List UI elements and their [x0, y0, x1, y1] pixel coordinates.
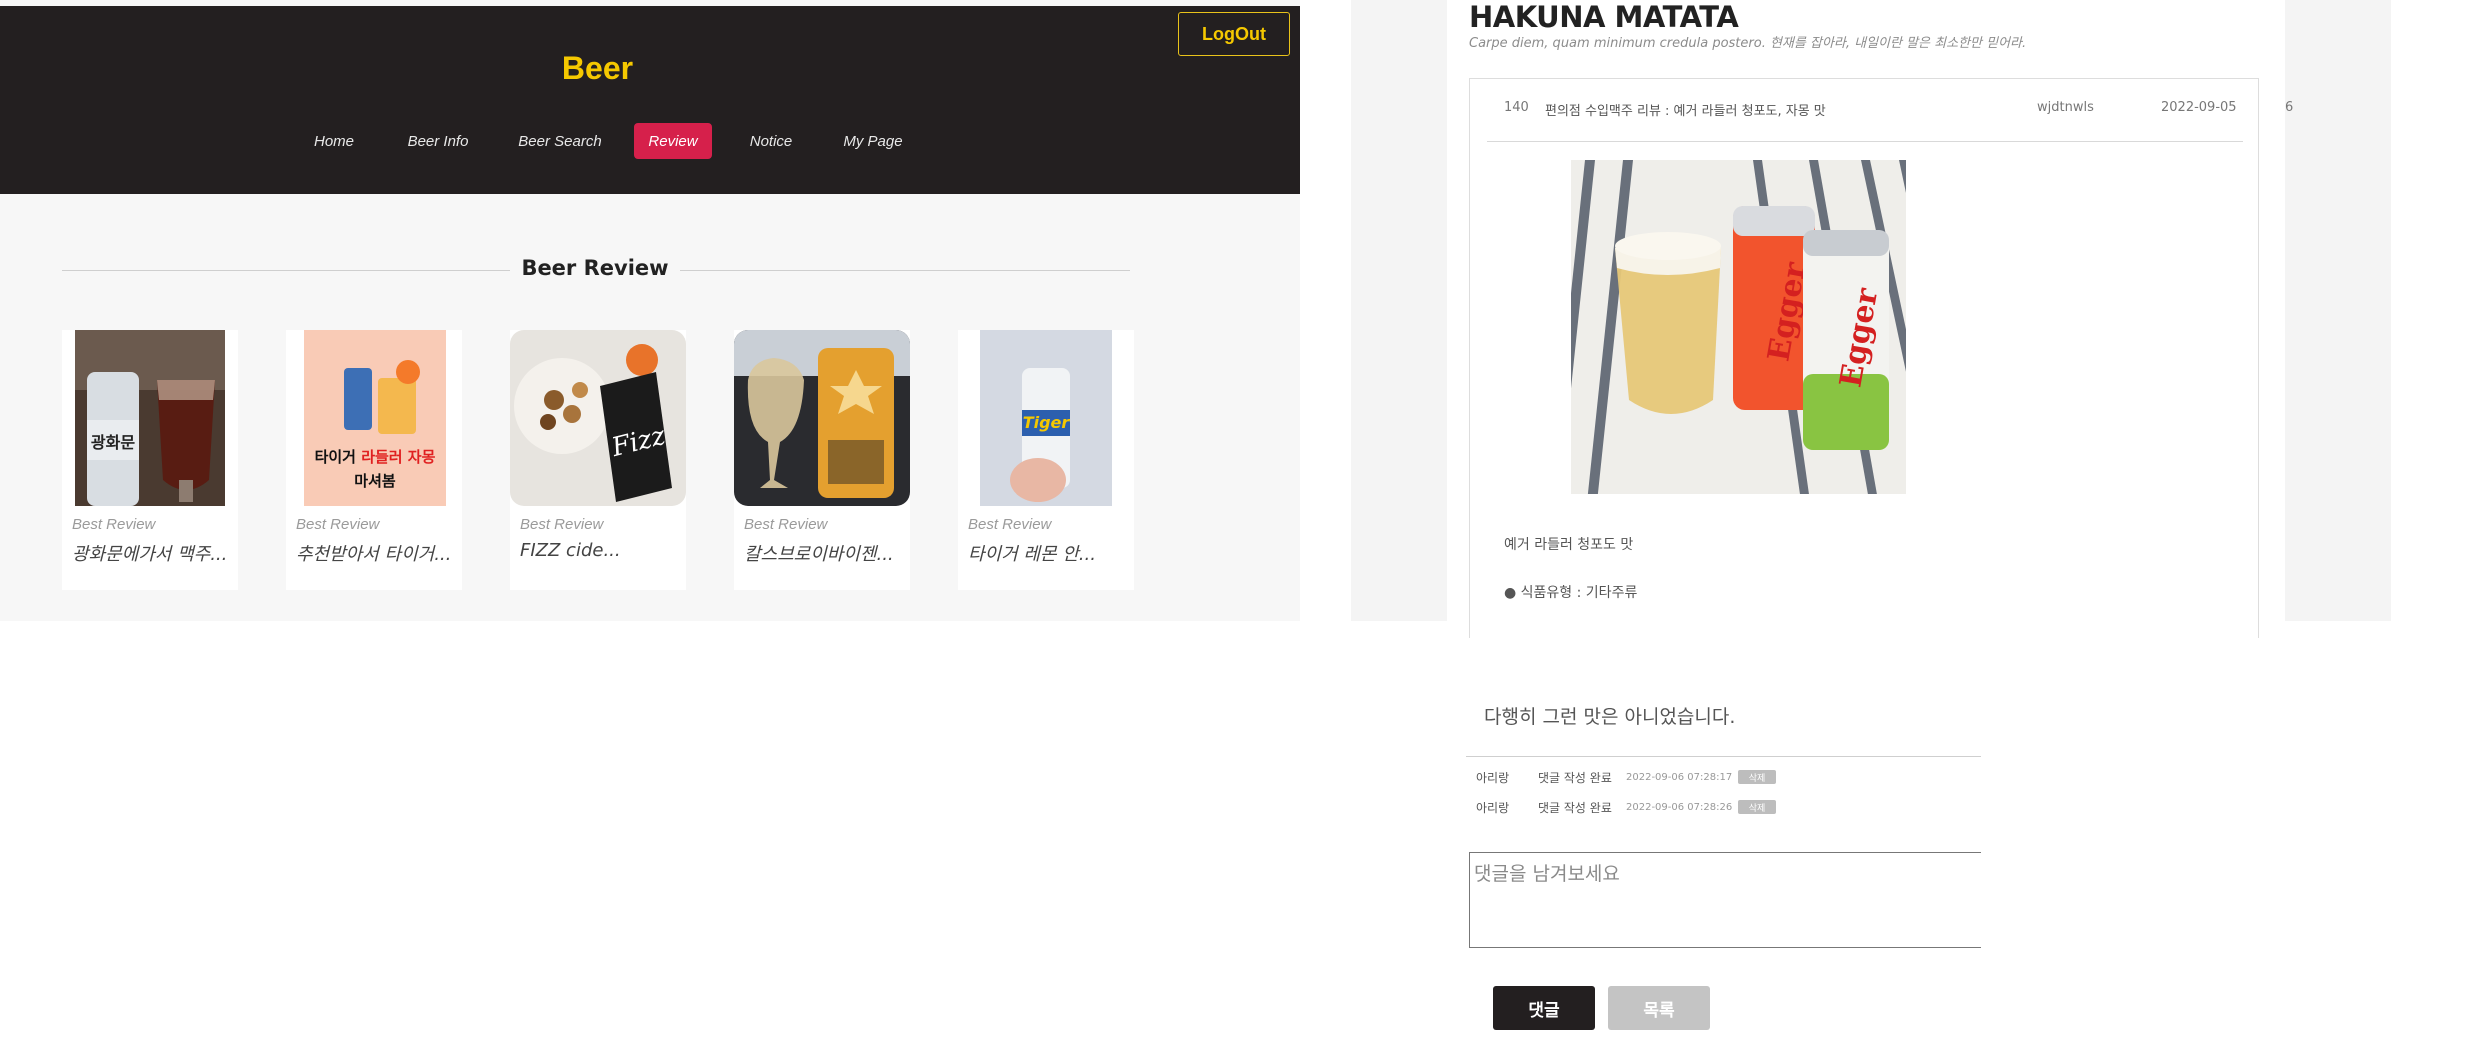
blog-title: HAKUNA MATATA: [1469, 0, 1739, 34]
nav-beer-search[interactable]: Beer Search: [510, 123, 610, 159]
site-header: Beer Home Beer Info Beer Search Review N…: [0, 6, 1300, 194]
post-date: 2022-09-05: [2161, 100, 2237, 115]
reply-text: 댓글 작성 완료: [1538, 800, 1612, 815]
comment-text: 다행히 그런 맛은 아니었습니다.: [1484, 706, 1736, 728]
reply-delete-button[interactable]: 삭제: [1738, 770, 1776, 784]
nav-my-page[interactable]: My Page: [835, 123, 911, 159]
svg-text:Tiger: Tiger: [1023, 413, 1071, 432]
review-card[interactable]: Fizz Best Review FIZZ cide...: [510, 330, 686, 590]
review-card[interactable]: Best Review 칼스브로이바이젠...: [734, 330, 910, 590]
post-number: 140: [1504, 100, 1529, 115]
nav-home[interactable]: Home: [302, 123, 366, 159]
post-photo: Egger Egger: [1571, 160, 1906, 494]
review-card-title[interactable]: 타이거 레몬 안...: [968, 540, 1128, 566]
post-body-text: ● 식품유형 : 기타주류: [1504, 585, 1638, 601]
section-divider: [680, 270, 1130, 271]
reply-delete-button[interactable]: 삭제: [1738, 800, 1776, 814]
nav-review[interactable]: Review: [634, 123, 712, 159]
review-card[interactable]: 광화문 Best Review 광화문에가서 맥주...: [62, 330, 238, 590]
review-card-title[interactable]: 칼스브로이바이젠...: [744, 540, 904, 566]
review-card-image[interactable]: [734, 330, 910, 506]
post-subject: 편의점 수입맥주 리뷰 : 예거 라들러 청포도, 자몽 맛: [1545, 104, 1826, 119]
post-author: wjdtnwls: [2037, 100, 2094, 115]
post-divider: [1487, 141, 2243, 142]
reply-time: 2022-09-06 07:28:26: [1626, 801, 1733, 813]
reply-row: 아리랑 댓글 작성 완료 2022-09-06 07:28:26 삭제: [1476, 796, 1776, 818]
post-body-text: 예거 라들러 청포도 맛: [1504, 537, 1634, 553]
review-card-title[interactable]: FIZZ cide...: [520, 540, 680, 561]
svg-text:광화문: 광화문: [91, 433, 135, 452]
review-card-label: Best Review: [968, 516, 1052, 533]
review-card-image[interactable]: Fizz: [510, 330, 686, 506]
nav-beer-info[interactable]: Beer Info: [398, 123, 478, 159]
brand-logo[interactable]: Beer: [0, 50, 1195, 87]
logout-button[interactable]: LogOut: [1178, 12, 1290, 56]
blog-subtitle: Carpe diem, quam minimum credula postero…: [1469, 36, 2027, 51]
beer-site-page: Beer Home Beer Info Beer Search Review N…: [0, 0, 1300, 621]
svg-text:타이거 라들러 자몽: 타이거 라들러 자몽: [315, 448, 436, 466]
review-card-title[interactable]: 추천받아서 타이거...: [296, 540, 456, 566]
review-card-image[interactable]: Tiger: [980, 330, 1112, 506]
nav-notice[interactable]: Notice: [741, 123, 801, 159]
review-card[interactable]: 타이거 라들러 자몽 마셔봄 Best Review 추천받아서 타이거...: [286, 330, 462, 590]
comment-input[interactable]: [1469, 852, 1981, 948]
reply-author: 아리랑: [1476, 770, 1510, 785]
review-card-label: Best Review: [296, 516, 380, 533]
blog-post-page: HAKUNA MATATA Carpe diem, quam minimum c…: [1351, 0, 2391, 638]
review-card-image[interactable]: 타이거 라들러 자몽 마셔봄: [304, 330, 446, 506]
comment-submit-button[interactable]: 댓글: [1493, 986, 1595, 1030]
section-title: Beer Review: [521, 256, 669, 280]
comment-divider: [1466, 756, 1981, 757]
review-card-label: Best Review: [72, 516, 156, 533]
review-card-label: Best Review: [520, 516, 604, 533]
review-card-label: Best Review: [744, 516, 828, 533]
review-card[interactable]: Tiger Best Review 타이거 레몬 안...: [958, 330, 1134, 590]
list-button[interactable]: 목록: [1608, 986, 1710, 1030]
svg-text:마셔봄: 마셔봄: [354, 472, 396, 490]
reply-row: 아리랑 댓글 작성 완료 2022-09-06 07:28:17 삭제: [1476, 766, 1776, 788]
section-divider: [62, 270, 510, 271]
post-views: 6: [2285, 100, 2294, 115]
review-card-title[interactable]: 광화문에가서 맥주...: [72, 540, 232, 566]
review-card-image[interactable]: 광화문: [75, 330, 225, 506]
reply-author: 아리랑: [1476, 800, 1510, 815]
reply-time: 2022-09-06 07:28:17: [1626, 771, 1733, 783]
reply-text: 댓글 작성 완료: [1538, 770, 1612, 785]
